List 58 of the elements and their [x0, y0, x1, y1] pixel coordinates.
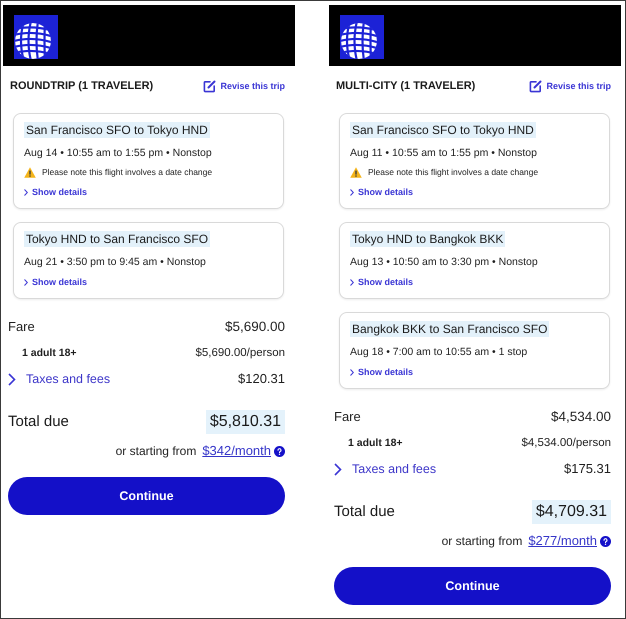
taxes-amount: $120.31	[238, 371, 285, 387]
taxes-fees-link[interactable]: Taxes and fees	[8, 371, 110, 387]
traveler-price: $5,690.00/person	[195, 346, 285, 361]
trip-type-heading: ROUNDTRIP (1 TRAVELER)	[10, 79, 154, 94]
flight-schedule: Aug 14 • 10:55 am to 1:55 pm • Nonstop	[24, 146, 212, 160]
route-title: Tokyo HND to Bangkok BKK	[350, 231, 506, 247]
chevron-icon	[334, 462, 342, 476]
monthly-payment-link[interactable]: $277/month	[528, 533, 597, 549]
help-icon[interactable]	[600, 536, 611, 546]
taxes-fees-link[interactable]: Taxes and fees	[334, 461, 436, 477]
chevron-icon	[350, 188, 354, 196]
monthly-payment-link[interactable]: $342/month	[202, 443, 271, 459]
fare-amount: $5,690.00	[224, 319, 285, 335]
financing-text: or starting from	[116, 443, 196, 459]
total-label: Total due	[334, 502, 395, 522]
help-icon[interactable]	[274, 446, 285, 456]
show-details-link[interactable]: Show details	[350, 185, 414, 199]
chevron-icon	[350, 368, 354, 376]
chevron-icon	[24, 188, 28, 196]
flight-schedule: Aug 18 • 7:00 am to 10:55 am • 1 stop	[350, 345, 528, 359]
show-details-link[interactable]: Show details	[350, 365, 414, 379]
flight-schedule: Aug 11 • 10:55 am to 1:55 pm • Nonstop	[350, 146, 537, 160]
fare-amount: $4,534.00	[550, 409, 611, 425]
taxes-amount: $175.31	[564, 461, 611, 477]
chevron-icon	[8, 372, 16, 386]
route-title: San Francisco SFO to Tokyo HND	[350, 122, 536, 138]
continue-button[interactable]: Continue	[334, 567, 611, 605]
financing-text: or starting from	[442, 533, 522, 549]
globe-logo-icon	[14, 15, 58, 59]
total-amount: $4,709.31	[532, 500, 611, 524]
date-change-notice: Please note this flight involves a date change	[368, 166, 538, 179]
revise-trip-link[interactable]: Revise this trip	[203, 80, 285, 92]
flight-schedule: Aug 21 • 3:50 pm to 9:45 am • Nonstop	[24, 255, 206, 269]
warning-icon	[350, 166, 362, 178]
route-title: San Francisco SFO to Tokyo HND	[24, 122, 210, 138]
warning-icon	[24, 166, 36, 178]
flight-schedule: Aug 13 • 10:50 am to 3:30 pm • Nonstop	[350, 255, 538, 269]
traveler-label: 1 adult 18+	[348, 436, 403, 451]
chevron-icon	[24, 278, 28, 286]
traveler-price: $4,534.00/person	[521, 436, 611, 451]
fare-label: Fare	[334, 409, 361, 425]
date-change-notice: Please note this flight involves a date change	[42, 166, 212, 179]
revise-trip-link[interactable]: Revise this trip	[529, 80, 611, 92]
chevron-icon	[350, 278, 354, 286]
trip-type-heading: MULTI-CITY (1 TRAVELER)	[336, 79, 476, 94]
route-title: Bangkok BKK to San Francisco SFO	[350, 321, 550, 337]
globe-logo-icon	[340, 15, 384, 59]
continue-button[interactable]: Continue	[8, 477, 285, 515]
fare-label: Fare	[8, 319, 35, 335]
edit-icon	[203, 80, 216, 92]
total-label: Total due	[8, 412, 69, 432]
traveler-label: 1 adult 18+	[22, 346, 77, 361]
show-details-link[interactable]: Show details	[24, 275, 88, 289]
edit-icon	[529, 80, 542, 92]
route-title: Tokyo HND to San Francisco SFO	[24, 231, 210, 247]
show-details-link[interactable]: Show details	[350, 275, 414, 289]
total-amount: $5,810.31	[206, 410, 285, 434]
show-details-link[interactable]: Show details	[24, 185, 88, 199]
